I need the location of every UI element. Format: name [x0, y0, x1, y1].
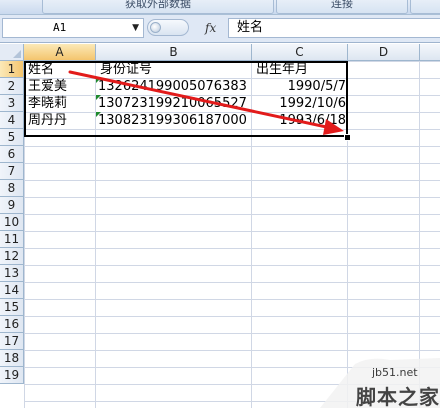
- cell-a1[interactable]: 姓名: [26, 61, 96, 78]
- insert-function-button[interactable]: fx: [205, 18, 216, 38]
- row-header-4[interactable]: 4: [0, 112, 24, 129]
- row-header-3[interactable]: 3: [0, 95, 24, 112]
- row-header-1[interactable]: 1: [0, 61, 24, 78]
- fill-handle[interactable]: [344, 134, 351, 141]
- formula-bar-resize-handle[interactable]: [147, 19, 189, 36]
- cell-a4[interactable]: 周丹丹: [26, 112, 96, 129]
- watermark-brand: 脚本之家: [356, 385, 440, 409]
- name-box-value: A1: [53, 21, 67, 34]
- row-header-9[interactable]: 9: [0, 197, 24, 214]
- formula-input-value: 姓名: [237, 20, 264, 35]
- cell-c4[interactable]: 1993/6/18: [252, 112, 348, 129]
- cell-b1[interactable]: 身份证号: [98, 61, 252, 78]
- cell-c3[interactable]: 1992/10/6: [252, 95, 348, 112]
- watermark-site: jb51.net: [372, 366, 418, 379]
- cell-b3[interactable]: 130723199210065527: [96, 95, 252, 112]
- cell-b2-value: 132624199005076383: [98, 79, 247, 94]
- formula-input[interactable]: 姓名: [228, 18, 440, 38]
- text-number-indicator-icon: [96, 112, 101, 117]
- cell-b4-value: 130823199306187000: [98, 113, 247, 128]
- column-header-b[interactable]: B: [96, 44, 252, 61]
- connections-label: 连接: [331, 0, 353, 10]
- get-external-data-label: 获取外部数据: [125, 0, 191, 10]
- row-header-5[interactable]: 5: [0, 129, 24, 146]
- row-header-11[interactable]: 11: [0, 231, 24, 248]
- chevron-down-icon[interactable]: ▼: [132, 19, 139, 37]
- ribbon-group-button[interactable]: [410, 0, 440, 14]
- cell-a2[interactable]: 王爱美: [26, 78, 96, 95]
- text-number-indicator-icon: [96, 95, 101, 100]
- column-header-e[interactable]: [420, 44, 440, 61]
- cell-c1[interactable]: 出生年月: [254, 61, 348, 78]
- column-header-c[interactable]: C: [252, 44, 348, 61]
- select-all-triangle-icon: [13, 50, 21, 58]
- formula-tools: fx: [147, 18, 225, 38]
- row-header-15[interactable]: 15: [0, 299, 24, 316]
- row-header-18[interactable]: 18: [0, 350, 24, 367]
- cell-c2[interactable]: 1990/5/7: [252, 78, 348, 95]
- cell-b4[interactable]: 130823199306187000: [96, 112, 252, 129]
- row-header-16[interactable]: 16: [0, 316, 24, 333]
- row-header-14[interactable]: 14: [0, 282, 24, 299]
- row-header-13[interactable]: 13: [0, 265, 24, 282]
- connections-button[interactable]: 连接: [276, 0, 408, 14]
- name-box[interactable]: A1 ▼: [2, 18, 144, 38]
- row-header-8[interactable]: 8: [0, 180, 24, 197]
- column-header-a[interactable]: A: [24, 44, 96, 61]
- cell-a3[interactable]: 李晓莉: [26, 95, 96, 112]
- column-header-d[interactable]: D: [348, 44, 420, 61]
- cell-b2[interactable]: 132624199005076383: [96, 78, 252, 95]
- formula-bar: A1 ▼ fx 姓名: [0, 15, 440, 43]
- row-header-19[interactable]: 19: [0, 367, 24, 384]
- row-header-17[interactable]: 17: [0, 333, 24, 350]
- row-header-2[interactable]: 2: [0, 78, 24, 95]
- row-header-10[interactable]: 10: [0, 214, 24, 231]
- ribbon-strip: 获取外部数据 连接: [0, 0, 440, 15]
- get-external-data-button[interactable]: 获取外部数据: [42, 0, 274, 14]
- row-header-6[interactable]: 6: [0, 146, 24, 163]
- row-header-12[interactable]: 12: [0, 248, 24, 265]
- text-number-indicator-icon: [96, 78, 101, 83]
- row-header-7[interactable]: 7: [0, 163, 24, 180]
- handle-knob-icon: [150, 22, 161, 33]
- cell-b3-value: 130723199210065527: [98, 96, 247, 111]
- select-all-button[interactable]: [0, 44, 24, 61]
